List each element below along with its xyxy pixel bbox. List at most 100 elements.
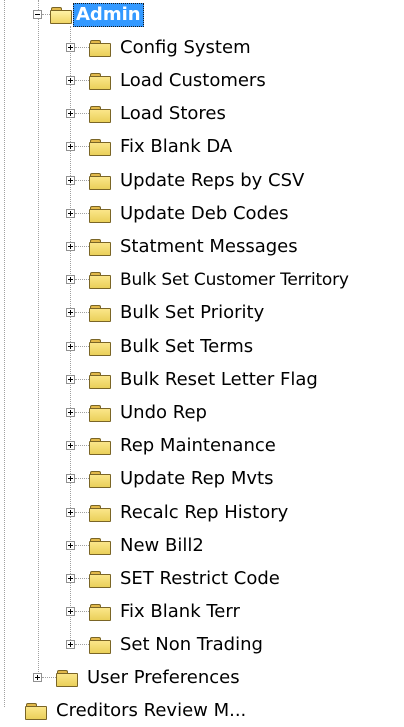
tree-connector <box>75 312 89 313</box>
tree-connector <box>75 412 89 413</box>
tree-node-update-rep-mvts[interactable]: Update Rep Mvts <box>66 462 273 495</box>
expand-icon[interactable] <box>66 242 75 251</box>
expand-icon[interactable] <box>66 43 75 52</box>
tree-connector <box>75 445 89 446</box>
expand-icon[interactable] <box>66 142 75 151</box>
tree-connector <box>75 180 89 181</box>
tree-node-update-reps-by-csv[interactable]: Update Reps by CSV <box>66 164 304 197</box>
folder-open-icon <box>50 6 72 24</box>
folder-icon <box>89 636 111 654</box>
tree-node-label: Fix Blank DA <box>120 135 233 157</box>
tree-node-bulk-set-customer-territory[interactable]: Bulk Set Customer Territory <box>66 263 349 296</box>
tree-node-set-restrict-code[interactable]: SET Restrict Code <box>66 562 280 595</box>
expand-icon[interactable] <box>66 508 75 517</box>
folder-icon <box>89 371 111 389</box>
expand-icon[interactable] <box>66 109 75 118</box>
folder-icon <box>89 404 111 422</box>
expand-icon[interactable] <box>66 441 75 450</box>
folder-icon <box>89 570 111 588</box>
expand-icon[interactable] <box>33 673 42 682</box>
tree-node-label: User Preferences <box>87 666 240 688</box>
tree-connector <box>75 478 89 479</box>
tree-node-update-deb-codes[interactable]: Update Deb Codes <box>66 197 288 230</box>
folder-icon <box>89 537 111 555</box>
tree-node-label: Config System <box>120 36 251 58</box>
tree-connector <box>75 611 89 612</box>
folder-icon <box>89 504 111 522</box>
expand-icon[interactable] <box>66 474 75 483</box>
tree-node-label: Undo Rep <box>120 401 207 423</box>
tree-guide-line <box>38 0 39 680</box>
tree-node-label: Load Customers <box>120 69 266 91</box>
tree-node-label: Recalc Rep History <box>120 501 289 523</box>
tree-node-load-customers[interactable]: Load Customers <box>66 64 266 97</box>
tree-node-label: Bulk Set Terms <box>120 335 254 357</box>
tree-node-label: Rep Maintenance <box>120 434 276 456</box>
tree-node-recalc-rep-history[interactable]: Recalc Rep History <box>66 496 288 529</box>
tree-node-partial[interactable]: Creditors Review M... <box>25 694 246 727</box>
tree-node-label: Fix Blank Terr <box>120 600 240 622</box>
tree-connector <box>75 246 89 247</box>
folder-icon <box>25 702 47 720</box>
expand-icon[interactable] <box>66 375 75 384</box>
expand-icon[interactable] <box>66 541 75 550</box>
tree-node-undo-rep[interactable]: Undo Rep <box>66 396 207 429</box>
tree-connector <box>75 279 89 280</box>
tree-node-label: Bulk Set Customer Territory <box>120 269 349 290</box>
tree-node-label: Set Non Trading <box>120 633 263 655</box>
tree-node-label: Bulk Reset Letter Flag <box>120 368 318 390</box>
folder-icon <box>89 437 111 455</box>
tree-connector <box>75 80 89 81</box>
expand-icon[interactable] <box>66 275 75 284</box>
folder-icon <box>89 72 111 90</box>
tree-node-label: New Bill2 <box>120 534 204 556</box>
tree-view: Admin Config System Load Customers Load … <box>0 0 404 721</box>
folder-icon <box>89 470 111 488</box>
expand-icon[interactable] <box>66 342 75 351</box>
tree-node-bulk-reset-letter-flag[interactable]: Bulk Reset Letter Flag <box>66 363 318 396</box>
expand-icon[interactable] <box>66 408 75 417</box>
tree-node-label: Statment Messages <box>120 235 298 257</box>
tree-node-load-stores[interactable]: Load Stores <box>66 97 226 130</box>
expand-icon[interactable] <box>66 176 75 185</box>
folder-icon <box>89 138 111 156</box>
folder-icon <box>89 105 111 123</box>
tree-node-label: SET Restrict Code <box>120 567 280 589</box>
expand-icon[interactable] <box>66 574 75 583</box>
tree-node-new-bill2[interactable]: New Bill2 <box>66 529 204 562</box>
tree-connector <box>75 146 89 147</box>
tree-node-label: Update Deb Codes <box>120 202 289 224</box>
tree-connector <box>75 213 89 214</box>
tree-guide-line <box>4 0 5 707</box>
tree-connector <box>75 545 89 546</box>
tree-connector <box>75 578 89 579</box>
tree-node-bulk-set-terms[interactable]: Bulk Set Terms <box>66 330 253 363</box>
folder-icon <box>89 338 111 356</box>
folder-icon <box>89 271 111 289</box>
tree-connector <box>75 512 89 513</box>
expand-icon[interactable] <box>66 607 75 616</box>
expand-icon[interactable] <box>66 209 75 218</box>
tree-node-user-preferences[interactable]: User Preferences <box>33 661 240 694</box>
collapse-icon[interactable] <box>33 10 42 19</box>
tree-node-bulk-set-priority[interactable]: Bulk Set Priority <box>66 296 264 329</box>
folder-icon <box>89 172 111 190</box>
tree-node-label: Update Rep Mvts <box>120 467 274 489</box>
tree-node-config-system[interactable]: Config System <box>66 31 251 64</box>
tree-node-fix-blank-da[interactable]: Fix Blank DA <box>66 130 232 163</box>
tree-connector <box>75 346 89 347</box>
tree-node-statment-messages[interactable]: Statment Messages <box>66 230 298 263</box>
expand-icon[interactable] <box>66 76 75 85</box>
tree-connector <box>75 379 89 380</box>
tree-node-fix-blank-terr[interactable]: Fix Blank Terr <box>66 595 240 628</box>
tree-node-rep-maintenance[interactable]: Rep Maintenance <box>66 429 276 462</box>
folder-icon <box>56 669 78 687</box>
tree-node-set-non-trading[interactable]: Set Non Trading <box>66 628 263 661</box>
folder-icon <box>89 304 111 322</box>
tree-connector <box>42 677 56 678</box>
tree-node-admin[interactable]: Admin <box>33 0 144 31</box>
tree-connector <box>75 113 89 114</box>
expand-icon[interactable] <box>66 640 75 649</box>
tree-connector <box>75 47 89 48</box>
expand-icon[interactable] <box>66 308 75 317</box>
